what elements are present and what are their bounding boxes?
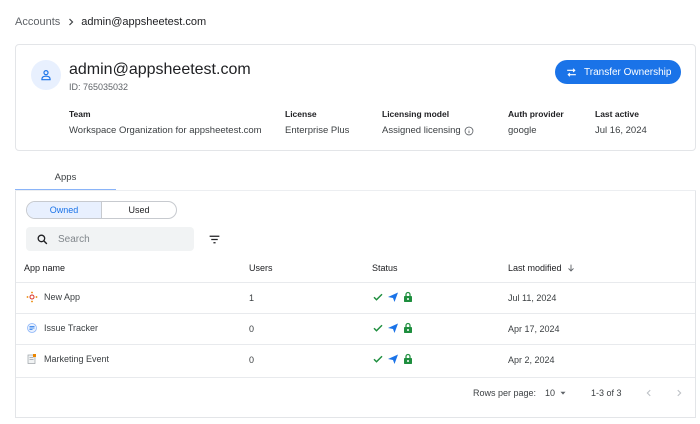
last-active-field: Last active Jul 16, 2024 xyxy=(595,109,647,136)
breadcrumb: Accounts admin@appsheetest.com xyxy=(15,14,206,30)
lock-icon xyxy=(404,322,412,333)
licensing-model-label: Licensing model xyxy=(382,109,450,119)
search-input[interactable] xyxy=(58,233,178,245)
used-toggle[interactable]: Used xyxy=(102,202,176,218)
transfer-ownership-label: Transfer Ownership xyxy=(584,66,672,78)
rows-per-page-value: 10 xyxy=(545,388,556,398)
user-details-card: admin@appsheetest.com ID: 765035032 Tran… xyxy=(15,44,696,151)
user-id: ID: 765035032 xyxy=(69,82,129,92)
dropdown-icon xyxy=(560,391,566,395)
app-name[interactable]: Marketing Event xyxy=(44,354,109,364)
app-icon xyxy=(26,291,38,303)
last-active-label: Last active xyxy=(595,109,639,119)
breadcrumb-accounts-link[interactable]: Accounts xyxy=(15,16,60,28)
person-icon xyxy=(41,70,51,81)
rows-per-page-label: Rows per page: xyxy=(473,388,537,398)
last-active-value: Jul 16, 2024 xyxy=(595,125,647,136)
licensing-model-field: Licensing model Assigned licensing xyxy=(382,109,474,136)
column-app-name[interactable]: App name xyxy=(24,263,65,273)
check-icon xyxy=(373,324,383,332)
chevron-right-icon xyxy=(69,18,74,26)
table-row[interactable]: Marketing Event 0 Apr 2, 2024 xyxy=(16,344,695,375)
auth-provider-value: google xyxy=(508,125,537,136)
status-icons xyxy=(372,322,414,334)
deploy-icon xyxy=(388,292,398,302)
column-users[interactable]: Users xyxy=(249,263,273,273)
licensing-model-value: Assigned licensing xyxy=(382,125,474,136)
next-page-button[interactable] xyxy=(672,386,686,400)
table-row[interactable]: Issue Tracker 0 Apr 17, 2024 xyxy=(16,313,695,344)
rows-per-page-select[interactable]: 10 xyxy=(545,388,568,398)
avatar xyxy=(31,60,61,90)
license-label: License xyxy=(285,109,317,119)
team-label: Team xyxy=(69,109,91,119)
users-count: 0 xyxy=(249,355,255,365)
page-range: 1-3 of 3 xyxy=(591,388,622,398)
apps-panel: Owned Used App name Users Status Last mo… xyxy=(15,191,696,418)
filter-button[interactable] xyxy=(206,231,222,247)
previous-page-button[interactable] xyxy=(642,386,656,400)
search-box xyxy=(26,227,194,251)
table-row[interactable]: New App 1 Jul 11, 2024 xyxy=(16,282,695,313)
user-email: admin@appsheetest.com xyxy=(69,61,251,78)
auth-provider-label: Auth provider xyxy=(508,109,564,119)
info-icon[interactable] xyxy=(464,126,474,136)
status-icons xyxy=(372,291,414,303)
column-last-modified[interactable]: Last modified xyxy=(508,263,576,273)
tab-apps[interactable]: Apps xyxy=(15,166,116,191)
licensing-model-text: Assigned licensing xyxy=(382,125,461,136)
app-icon xyxy=(27,354,36,364)
app-name[interactable]: Issue Tracker xyxy=(44,323,98,333)
app-cell: Marketing Event xyxy=(26,353,109,365)
owned-toggle[interactable]: Owned xyxy=(27,202,102,218)
filter-icon xyxy=(209,235,219,243)
breadcrumb-current: admin@appsheetest.com xyxy=(81,16,207,28)
license-value: Enterprise Plus xyxy=(285,125,350,136)
chevron-left-icon xyxy=(646,389,651,397)
last-modified-date: Apr 2, 2024 xyxy=(508,355,555,365)
transfer-ownership-button[interactable]: Transfer Ownership xyxy=(555,60,681,84)
app-cell: New App xyxy=(26,291,80,303)
check-icon xyxy=(373,293,383,301)
search-icon xyxy=(37,234,48,244)
chevron-right-icon xyxy=(677,389,682,397)
arrow-down-icon xyxy=(567,264,574,272)
column-status[interactable]: Status xyxy=(372,263,398,273)
last-modified-date: Jul 11, 2024 xyxy=(508,293,557,303)
auth-provider-field: Auth provider google xyxy=(508,109,564,136)
status-icons xyxy=(372,353,414,365)
transfer-icon xyxy=(567,67,576,77)
pagination: Rows per page: 10 1-3 of 3 xyxy=(16,377,695,407)
app-icon xyxy=(27,323,37,333)
check-icon xyxy=(373,355,383,363)
license-field: License Enterprise Plus xyxy=(285,109,349,136)
deploy-icon xyxy=(388,354,398,364)
team-field: Team Workspace Organization for appsheet… xyxy=(69,109,262,136)
users-count: 1 xyxy=(249,293,255,303)
column-last-modified-label: Last modified xyxy=(508,263,562,273)
app-name[interactable]: New App xyxy=(44,292,80,302)
lock-icon xyxy=(404,291,412,302)
lock-icon xyxy=(404,353,412,364)
users-count: 0 xyxy=(249,324,255,334)
team-value: Workspace Organization for appsheetest.c… xyxy=(69,125,262,136)
app-cell: Issue Tracker xyxy=(26,322,98,334)
last-modified-date: Apr 17, 2024 xyxy=(508,324,560,334)
owned-used-toggle: Owned Used xyxy=(26,201,177,219)
deploy-icon xyxy=(388,323,398,333)
